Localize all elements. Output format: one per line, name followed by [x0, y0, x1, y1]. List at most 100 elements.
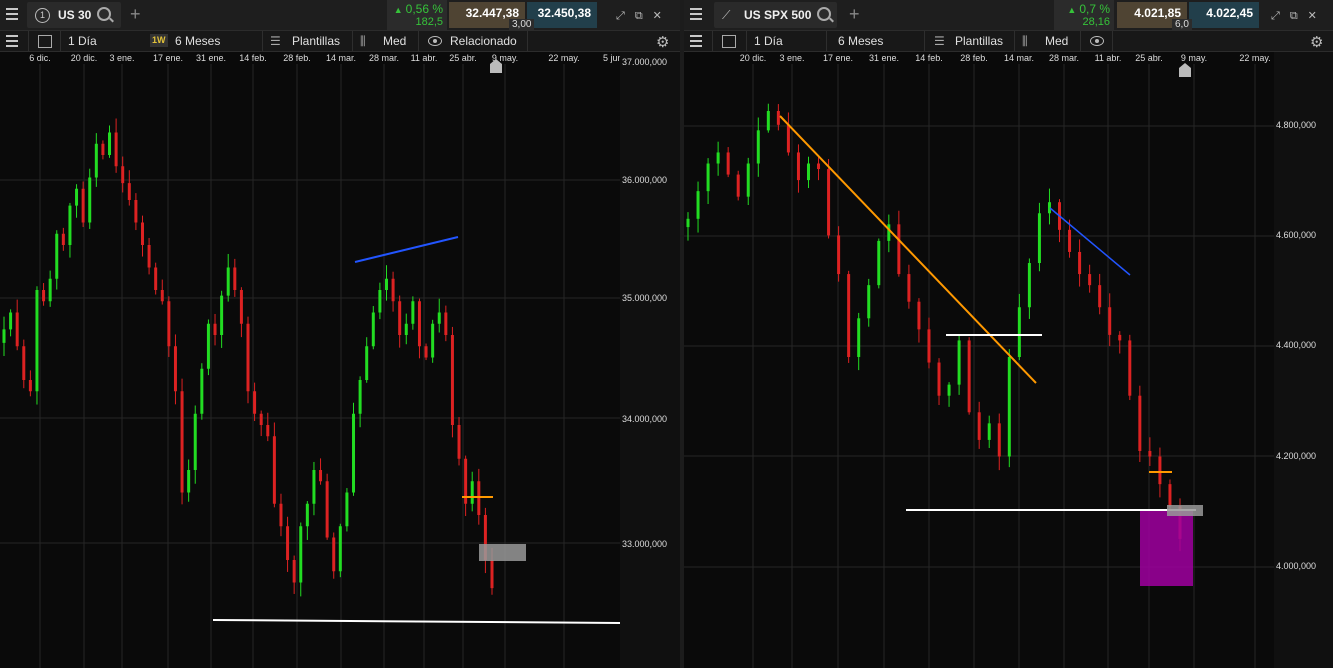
interval-select[interactable]: 1 Día [68, 31, 97, 51]
candle-body [706, 163, 710, 192]
close-icon[interactable]: ✕ [653, 9, 662, 22]
window-controls: ⤢ ⧉ ✕ [1261, 8, 1317, 23]
candle-body [246, 323, 250, 392]
candle-body [299, 526, 303, 583]
candle-body [1027, 263, 1031, 308]
templates-button[interactable]: Plantillas [955, 31, 1003, 51]
price-type-select[interactable]: Med [1045, 31, 1068, 51]
period-badge[interactable]: 1W [150, 34, 168, 47]
buy-price-button[interactable]: 32.450,38 [527, 2, 597, 28]
candle-body [776, 110, 780, 125]
chart-panel-us30[interactable]: 1 US 30 + 0,56 % 182,5 32.447,38 32.450,… [0, 0, 680, 668]
downtrend-line-orange[interactable] [779, 115, 1037, 384]
today-marker-icon[interactable] [490, 59, 502, 73]
candle-body [766, 110, 770, 131]
chart-type-icon[interactable] [690, 35, 702, 47]
candle-body [424, 346, 428, 358]
y-label: 4.800,000 [1276, 120, 1317, 130]
candle-body [444, 312, 448, 335]
y-label: 37.000,000 [622, 57, 668, 67]
symbol-tab[interactable]: 1 US 30 [27, 2, 121, 28]
add-chart-plus-icon[interactable]: + [849, 4, 860, 25]
related-button[interactable]: Relacionado [450, 31, 517, 51]
candle-body [437, 312, 441, 324]
search-icon[interactable] [97, 7, 111, 21]
candle-icon[interactable]: ⫼ [360, 31, 366, 51]
candle-icon[interactable]: ⫼ [1022, 31, 1028, 51]
close-icon[interactable]: ✕ [1308, 9, 1317, 22]
candle-body [927, 329, 931, 363]
popout-icon[interactable]: ⧉ [635, 10, 643, 23]
sell-price: 32.447,38 [465, 6, 519, 20]
candle-body [61, 233, 65, 245]
candle-body [1078, 251, 1082, 275]
price-type-select[interactable]: Med [383, 31, 406, 51]
candle-body [857, 318, 861, 357]
candle-body [417, 301, 421, 347]
candle-body [917, 301, 921, 330]
support-line[interactable] [212, 619, 621, 624]
candle-body [887, 224, 891, 241]
candle-body [997, 423, 1001, 457]
candle-body [1088, 274, 1092, 286]
candle-body [286, 526, 290, 560]
add-chart-plus-icon[interactable]: + [130, 4, 141, 25]
candle-body [15, 312, 19, 347]
candle-body [88, 177, 92, 223]
layout-grid-icon[interactable] [722, 35, 736, 48]
chart-panel-spx500[interactable]: ⟋ US SPX 500 + 0,7 % 28,16 4.021,85 4.02… [684, 0, 1333, 668]
line-chart-icon: ⟋ [722, 8, 731, 22]
search-icon[interactable] [817, 7, 831, 21]
hamburger-menu-icon[interactable] [6, 8, 18, 20]
candle-body [867, 285, 871, 319]
popout-icon[interactable]: ⧉ [1290, 10, 1298, 23]
candlestick-chart-spx500[interactable] [684, 52, 1333, 668]
candlestick-chart-us30[interactable] [0, 52, 680, 668]
today-marker-icon[interactable] [1179, 63, 1191, 77]
templates-icon[interactable]: ☰ [934, 31, 945, 51]
candle-body [48, 278, 52, 302]
candle-body [847, 274, 851, 357]
candle-body [352, 413, 356, 493]
candle-body [1068, 229, 1072, 252]
candle-body [101, 143, 105, 155]
templates-icon[interactable]: ☰ [270, 31, 281, 51]
candle-body [477, 481, 481, 515]
candle-body [220, 295, 224, 335]
symbol-tab[interactable]: ⟋ US SPX 500 [714, 2, 837, 28]
range-select[interactable]: 6 Meses [175, 31, 220, 51]
symbol-number-badge: 1 [35, 8, 50, 23]
settings-gear-icon[interactable]: ⚙ [1310, 33, 1323, 51]
range-select[interactable]: 6 Meses [838, 31, 883, 51]
candle-body [411, 301, 415, 324]
y-label: 34.000,000 [622, 414, 668, 424]
candle-body [431, 323, 435, 358]
interval-select[interactable]: 1 Día [754, 31, 783, 51]
eye-icon[interactable] [1090, 36, 1104, 46]
y-axis-band [620, 52, 680, 668]
hamburger-menu-icon[interactable] [690, 8, 702, 20]
expand-icon[interactable]: ⤢ [616, 10, 625, 23]
y-label: 36.000,000 [622, 175, 668, 185]
candles [686, 103, 1182, 552]
candle-body [68, 205, 72, 245]
chart-type-icon[interactable] [6, 35, 18, 47]
eye-icon[interactable] [428, 36, 442, 46]
candle-body [987, 423, 991, 440]
layout-grid-icon[interactable] [38, 35, 52, 48]
chart-header: ⟋ US SPX 500 + 0,7 % 28,16 4.021,85 4.02… [684, 0, 1333, 31]
candle-body [305, 503, 309, 527]
candle-body [28, 380, 32, 392]
candle-body [9, 312, 13, 330]
expand-icon[interactable]: ⤢ [1271, 10, 1280, 23]
candle-body [365, 346, 369, 380]
candle-body [121, 166, 125, 184]
candle-body [837, 235, 841, 275]
symbol-name: US SPX 500 [744, 8, 812, 22]
settings-gear-icon[interactable]: ⚙ [656, 33, 669, 51]
resistance-trendline[interactable] [354, 236, 459, 263]
buy-price: 32.450,38 [537, 6, 591, 20]
candle-body [187, 470, 191, 493]
buy-price-button[interactable]: 4.022,45 [1189, 2, 1259, 28]
templates-button[interactable]: Plantillas [292, 31, 340, 51]
